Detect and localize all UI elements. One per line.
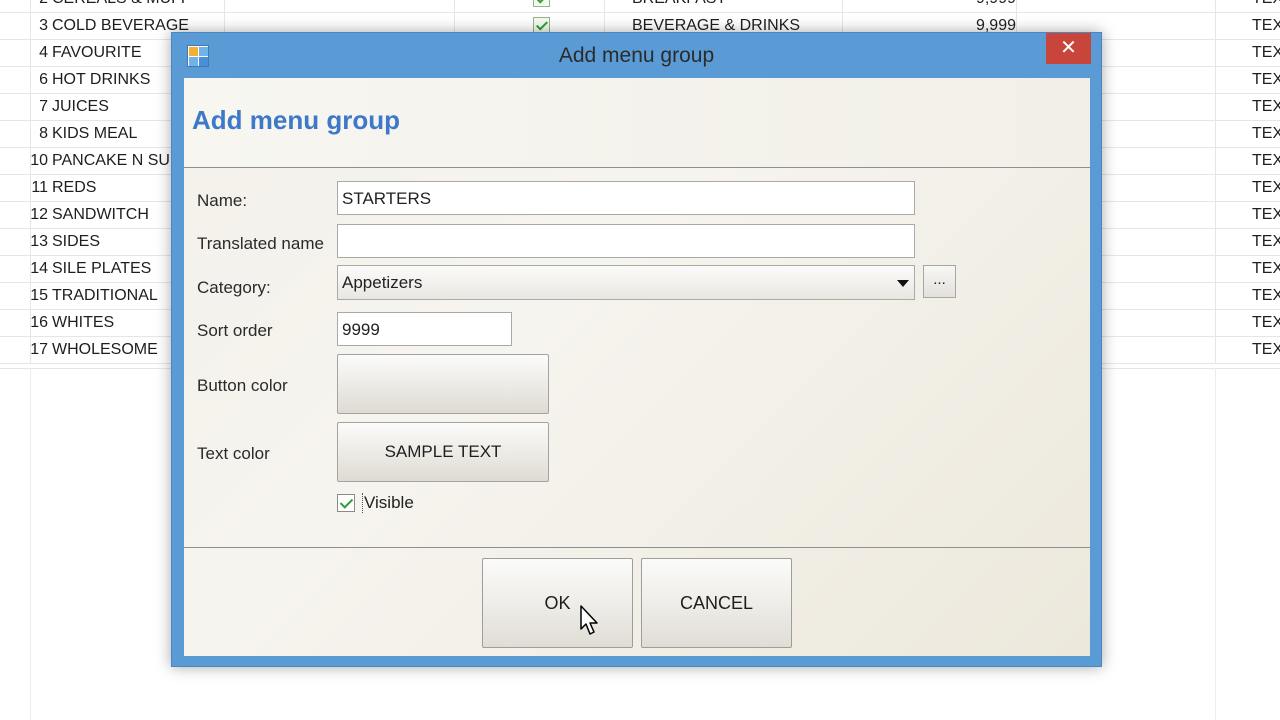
dialog-header: Add menu group <box>184 78 1090 168</box>
browse-category-button[interactable]: ... <box>923 265 956 298</box>
table-gridline <box>1215 121 1216 148</box>
ok-button[interactable]: OK <box>482 558 633 648</box>
cancel-button[interactable]: CANCEL <box>641 558 792 648</box>
chevron-down-icon <box>897 280 909 287</box>
translated-name-field[interactable] <box>337 224 915 258</box>
row-number: 10 <box>30 152 48 169</box>
row-type: TEX <box>1252 206 1280 223</box>
row-type: TEX <box>1252 233 1280 250</box>
mouse-cursor-icon <box>580 605 598 635</box>
table-gridline <box>454 0 455 13</box>
table-gridline <box>842 0 843 13</box>
close-icon: ✕ <box>1060 37 1077 59</box>
table-gridline <box>1215 148 1216 175</box>
table-gridline <box>1215 283 1216 310</box>
table-gridline <box>1215 40 1216 67</box>
table-gridline <box>1215 256 1216 283</box>
visible-checkbox[interactable] <box>337 494 355 512</box>
row-type: TEX <box>1252 341 1280 358</box>
table-gridline <box>1016 0 1017 13</box>
category-label: Category: <box>197 278 271 297</box>
row-number: 6 <box>39 71 48 88</box>
row-number: 11 <box>31 179 48 196</box>
footer-divider <box>184 547 1090 548</box>
row-name: COLD BEVERAGE <box>52 17 189 34</box>
table-gridline <box>1215 67 1216 94</box>
row-name: FAVOURITE <box>52 44 142 61</box>
row-type: TEX <box>1252 179 1280 196</box>
row-type: TEX <box>1252 260 1280 277</box>
row-number: 16 <box>30 314 48 331</box>
row-type: TEX <box>1252 44 1280 61</box>
name-field[interactable]: STARTERS <box>337 181 915 215</box>
dialog-titlebar[interactable]: Add menu group ✕ <box>172 33 1101 78</box>
table-gridline <box>224 0 225 13</box>
table-gridline <box>1215 175 1216 202</box>
row-name: SILE PLATES <box>52 260 152 277</box>
table-gridline <box>30 368 31 720</box>
dialog-content: Add menu group Name: STARTERS Translated… <box>184 78 1090 656</box>
row-type: TEX <box>1252 152 1280 169</box>
category-select[interactable]: Appetizers <box>337 265 915 300</box>
translated-name-label: Translated name <box>197 234 324 253</box>
table-gridline <box>1215 368 1216 720</box>
row-name: PANCAKE N SU <box>52 152 170 169</box>
row-category: BREAKFAST <box>632 0 726 8</box>
name-label: Name: <box>197 191 248 210</box>
row-number: 15 <box>30 287 48 304</box>
row-name: TRADITIONAL <box>52 287 158 304</box>
row-type: TEX <box>1252 314 1280 331</box>
sort-order-label: Sort order <box>197 321 273 340</box>
table-gridline <box>1215 337 1216 364</box>
row-name: REDS <box>52 179 97 196</box>
row-type: TEX <box>1252 0 1280 8</box>
row-name: SIDES <box>52 233 101 250</box>
row-name: JUICES <box>52 98 109 115</box>
row-name: CEREALS & MUFF <box>52 0 191 8</box>
page-title: Add menu group <box>192 105 400 135</box>
window-title: Add menu group <box>558 44 715 67</box>
row-name: WHOLESOME <box>52 341 158 358</box>
row-number: 13 <box>30 233 48 250</box>
table-gridline <box>1215 202 1216 229</box>
row-name: KIDS MEAL <box>52 125 138 142</box>
row-name: WHITES <box>52 314 115 331</box>
row-number: 12 <box>30 206 48 223</box>
row-number: 8 <box>39 125 48 142</box>
row-name: HOT DRINKS <box>52 71 151 88</box>
text-color-label: Text color <box>197 444 270 463</box>
row-number: 4 <box>39 44 48 61</box>
row-number: 2 <box>0 0 48 8</box>
row-name: SANDWITCH <box>52 206 149 223</box>
row-number: 14 <box>30 260 48 277</box>
row-visible-checkbox[interactable] <box>533 0 550 7</box>
category-value: Appetizers <box>342 273 423 292</box>
table-gridline <box>1215 229 1216 256</box>
button-color-label: Button color <box>197 376 288 395</box>
row-number: 3 <box>39 17 48 34</box>
visible-label[interactable]: Visible <box>362 493 414 513</box>
row-type: TEX <box>1252 17 1280 34</box>
row-type: TEX <box>1252 125 1280 142</box>
table-gridline <box>1215 13 1216 40</box>
row-type: TEX <box>1252 98 1280 115</box>
table-gridline <box>1215 310 1216 337</box>
table-gridline <box>604 0 605 13</box>
row-sort-order: 9,999 <box>920 0 1016 8</box>
close-button[interactable]: ✕ <box>1046 33 1091 64</box>
row-number: 7 <box>39 98 48 115</box>
button-color-picker[interactable] <box>337 354 549 414</box>
row-type: TEX <box>1252 287 1280 304</box>
table-gridline <box>1215 94 1216 121</box>
row-type: TEX <box>1252 71 1280 88</box>
row-number: 17 <box>30 341 48 358</box>
add-menu-group-dialog: Add menu group ✕ Add menu group Name: ST… <box>171 32 1102 667</box>
sort-order-field[interactable]: 9999 <box>337 312 512 346</box>
text-color-picker[interactable]: SAMPLE TEXT <box>337 422 549 482</box>
table-gridline <box>1215 0 1216 13</box>
table-row[interactable]: 2 CEREALS & MUFF BREAKFAST 9,999 TEX <box>0 0 1280 13</box>
